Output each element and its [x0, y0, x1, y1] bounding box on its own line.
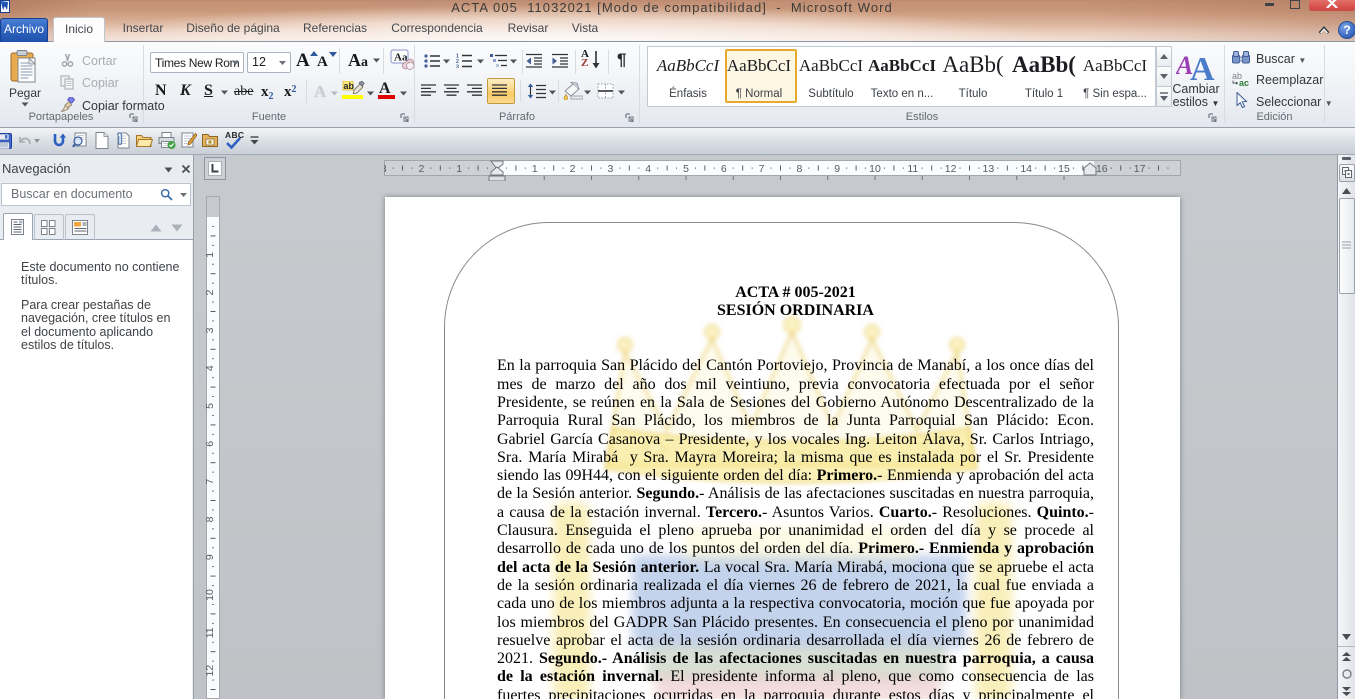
svg-text:8: 8: [206, 516, 216, 522]
svg-text:ab: ab: [344, 81, 355, 91]
svg-text:2: 2: [206, 290, 216, 296]
svg-text:1: 1: [456, 163, 462, 175]
svg-text:A: A: [1190, 51, 1215, 82]
svg-text:16: 16: [1096, 163, 1108, 175]
svg-text:7: 7: [206, 479, 216, 485]
svg-text:8: 8: [796, 163, 802, 175]
svg-text:7: 7: [759, 163, 765, 175]
svg-text:11: 11: [907, 163, 918, 175]
svg-text:13: 13: [983, 163, 995, 175]
svg-text:6: 6: [721, 163, 727, 175]
svg-text:6: 6: [206, 441, 216, 447]
svg-text:1: 1: [206, 252, 216, 258]
svg-text:2: 2: [418, 163, 424, 175]
svg-text:9: 9: [206, 554, 216, 560]
svg-text:4: 4: [206, 365, 216, 371]
svg-text:ac: ac: [1239, 78, 1249, 86]
svg-text:5: 5: [683, 163, 689, 175]
svg-text:3: 3: [206, 327, 216, 333]
svg-text:10: 10: [206, 589, 216, 601]
svg-text:1: 1: [532, 163, 538, 175]
svg-text:3: 3: [456, 65, 459, 69]
svg-text:2: 2: [570, 163, 576, 175]
svg-text:3: 3: [384, 163, 387, 175]
svg-text:5: 5: [206, 403, 216, 409]
svg-text:14: 14: [1020, 163, 1032, 175]
svg-text:9: 9: [834, 163, 840, 175]
svg-text:11: 11: [206, 627, 216, 638]
svg-text:4: 4: [645, 163, 651, 175]
svg-text:17: 17: [1134, 163, 1146, 175]
svg-text:12: 12: [206, 665, 216, 677]
svg-text:3: 3: [607, 163, 613, 175]
svg-text:15: 15: [1058, 163, 1070, 175]
svg-text:10: 10: [869, 163, 881, 175]
svg-text:12: 12: [945, 163, 957, 175]
